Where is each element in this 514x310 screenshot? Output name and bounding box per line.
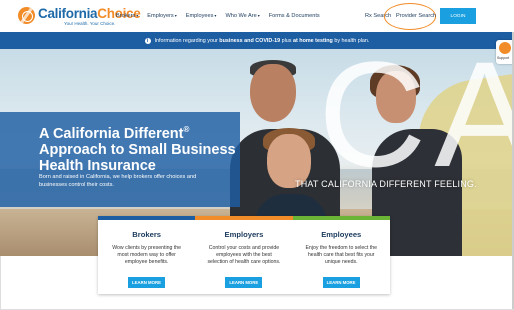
nav-item-forms-documents[interactable]: Forms & Documents [269, 13, 320, 19]
nav-item-employers[interactable]: Employers▾ [147, 13, 176, 19]
ca-watermark: CA [318, 49, 514, 198]
provider-search-link[interactable]: Provider Search [396, 13, 436, 19]
covid-info-bar: i Information regarding your business an… [0, 32, 514, 49]
card-employees: Employees Enjoy the freedom to select th… [292, 216, 390, 294]
card-brokers: Brokers Wow clients by presenting the mo… [98, 216, 196, 294]
nav-item-employees[interactable]: Employees▾ [186, 13, 217, 19]
info-text-prefix: Information regarding your [154, 37, 218, 44]
support-icon [499, 42, 511, 54]
man-image [250, 64, 296, 122]
chevron-down-icon: ▾ [136, 13, 139, 18]
card-accent-bar [292, 216, 390, 220]
card-text: Wow clients by presenting the most moder… [112, 245, 182, 265]
audience-cards: Brokers Wow clients by presenting the mo… [98, 216, 390, 294]
employees-learn-more-button[interactable]: LEARN MORE [322, 277, 360, 288]
info-icon: i [144, 37, 151, 44]
card-title: Brokers [132, 230, 161, 239]
logo-tagline: Your Health. Your Choice. [64, 20, 116, 26]
info-text-suffix: by health plan. [334, 37, 370, 44]
nav-item-brokers[interactable]: Brokers▾ [116, 13, 138, 19]
logo-word-1: California [38, 6, 98, 21]
nav-item-who-we-are[interactable]: Who We Are▾ [225, 13, 259, 19]
support-label: Support [497, 56, 510, 60]
card-text: Enjoy the freedom to select the health c… [305, 245, 377, 265]
hero-subtitle: Born and raised in California, we help b… [39, 174, 197, 188]
top-navigation: CaliforniaChoice Your Health. Your Choic… [0, 0, 514, 32]
hero-tagline: THAT CALIFORNIA DIFFERENT FEELING. [295, 179, 477, 189]
chevron-down-icon: ▾ [174, 13, 177, 18]
brokers-learn-more-button[interactable]: LEARN MORE [128, 277, 165, 288]
hero-title: A California Different® Approach to Smal… [39, 125, 236, 174]
card-title: Employers [224, 230, 264, 239]
covid-link[interactable]: business and COVID-19 [219, 38, 280, 44]
chevron-down-icon: ▾ [214, 13, 217, 18]
chevron-down-icon: ▾ [257, 13, 260, 18]
card-accent-bar [195, 216, 293, 220]
home-testing-link[interactable]: at home testing [293, 38, 333, 44]
card-text: Control your costs and provide employees… [207, 245, 281, 265]
card-title: Employees [321, 230, 362, 239]
logo-icon [18, 7, 35, 24]
login-button[interactable]: LOGIN [440, 8, 476, 24]
card-employers: Employers Control your costs and provide… [195, 216, 293, 294]
card-accent-bar [98, 216, 196, 220]
employers-learn-more-button[interactable]: LEARN MORE [225, 277, 263, 288]
info-text-middle: plus [281, 37, 292, 44]
main-nav: Brokers▾ Employers▾ Employees▾ Who We Ar… [116, 13, 320, 19]
